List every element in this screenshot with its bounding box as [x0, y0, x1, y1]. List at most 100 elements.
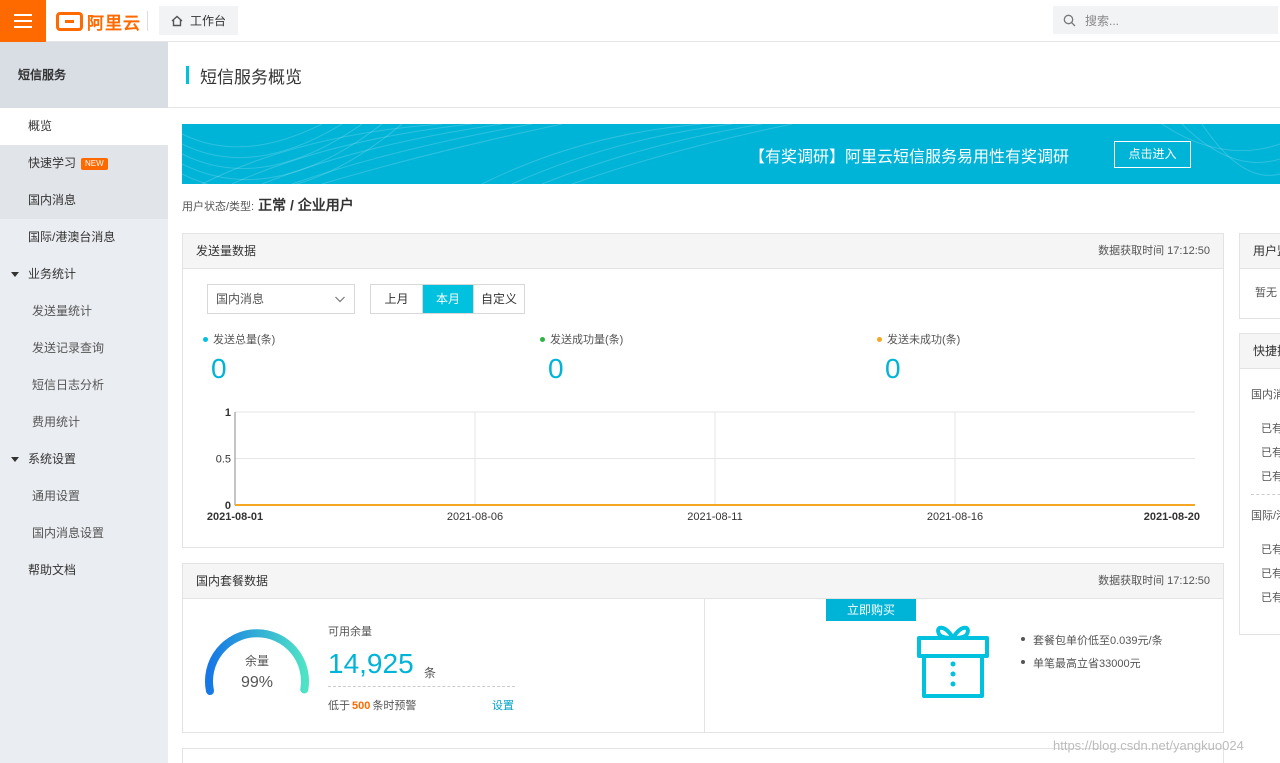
user-status-value: 正常 / 企业用户 — [258, 197, 354, 213]
banner-text: 【有奖调研】阿里云短信服务易用性有奖调研 — [749, 149, 1070, 166]
period-this-month-button[interactable]: 本月 — [422, 285, 473, 313]
sidebar-item-international[interactable]: 国际/港澳台消息 — [0, 219, 168, 256]
user-status: 用户状态/类型: 正常 / 企业用户 — [182, 195, 354, 215]
search-placeholder: 搜索... — [1085, 13, 1120, 28]
fetch-time: 数据获取时间 17:12:50 — [1098, 575, 1210, 587]
status-dot — [877, 336, 882, 342]
search-icon — [1063, 14, 1076, 26]
card-title: 用户监 — [1240, 234, 1280, 269]
list-item: 已有 — [1261, 592, 1280, 604]
sidebar-item-label: 费用统计 — [32, 415, 81, 429]
sidebar-item-label: 国内消息设置 — [32, 526, 105, 540]
sidebar-item-label: 国内消息 — [28, 193, 77, 207]
x-tick-label: 2021-08-01 — [207, 511, 263, 523]
buy-now-button[interactable]: 立即购买 — [826, 599, 916, 621]
aliyun-logo[interactable]: 阿里云 — [56, 9, 141, 34]
y-tick-label: 1 — [225, 407, 231, 419]
list-item: 已有 — [1261, 423, 1280, 435]
warn-suffix: 条时预警 — [372, 700, 417, 712]
y-tick-label: 0.5 — [216, 454, 231, 466]
sidebar-group-settings[interactable]: 系统设置 — [0, 441, 168, 478]
sidebar-item-help-docs[interactable]: 帮助文档 — [0, 552, 168, 589]
sidebar-item-send-stats[interactable]: 发送量统计 — [0, 293, 168, 330]
period-custom-button[interactable]: 自定义 — [473, 285, 524, 313]
chevron-down-icon — [335, 296, 345, 303]
status-dot — [203, 336, 208, 342]
workbench-button[interactable]: 工作台 — [159, 6, 239, 35]
message-type-select[interactable]: 国内消息 — [207, 284, 355, 314]
divider — [704, 599, 705, 732]
sidebar-item-label: 业务统计 — [28, 267, 77, 281]
search-input[interactable]: 搜索... — [1053, 6, 1278, 34]
list-item: 单笔最高立省33000元 — [1019, 655, 1163, 671]
sidebar-item-quick-learn[interactable]: 快速学习 NEW — [0, 145, 168, 182]
sidebar-item-label: 通用设置 — [32, 489, 81, 503]
dashed-divider — [1251, 494, 1280, 495]
card-title: 国内套餐数据 — [196, 574, 269, 588]
hamburger-icon — [14, 14, 32, 16]
title-accent-bar — [186, 66, 189, 84]
remaining-gauge: 余量 99% — [205, 629, 309, 695]
warning-threshold: 低于 500 条时预警 — [328, 697, 416, 713]
period-segment: 上月 本月 自定义 — [370, 284, 525, 314]
caret-down-icon — [11, 272, 19, 277]
send-volume-card: 发送量数据 数据获取时间 17:12:50 国内消息 上月 本月 自定义 发送总… — [182, 233, 1224, 548]
sidebar-item-overview[interactable]: 概览 — [0, 108, 168, 145]
aliyun-logo-icon — [56, 12, 83, 31]
metric-total: 发送总量(条) 0 — [203, 331, 275, 385]
list-item: 已有 — [1261, 544, 1280, 556]
x-tick-label: 2021-08-20 — [1144, 511, 1200, 523]
package-benefits: 套餐包单价低至0.039元/条 单笔最高立省33000元 — [1019, 632, 1163, 678]
divider — [147, 11, 148, 31]
list-item: 已有 — [1261, 568, 1280, 580]
user-status-label: 用户状态/类型: — [182, 201, 255, 213]
dashed-divider — [328, 686, 515, 687]
workbench-label: 工作台 — [190, 14, 227, 28]
sidebar-header: 短信服务 — [0, 42, 168, 108]
sidebar-item-domestic[interactable]: 国内消息 — [0, 182, 168, 219]
sidebar-item-log-analysis[interactable]: 短信日志分析 — [0, 367, 168, 404]
available-label: 可用余量 — [328, 626, 372, 638]
page-header: 短信服务概览 — [168, 42, 1280, 108]
sidebar-item-label: 概览 — [28, 119, 53, 133]
period-last-month-button[interactable]: 上月 — [371, 285, 422, 313]
available-value: 14,925 — [328, 648, 414, 679]
page-title: 短信服务概览 — [200, 68, 302, 87]
warn-prefix: 低于 — [328, 700, 350, 712]
user-monitor-card: 用户监 暂无 — [1239, 233, 1280, 319]
x-tick-label: 2021-08-06 — [447, 511, 503, 523]
card-header: 发送量数据 数据获取时间 17:12:50 — [183, 234, 1223, 269]
fetch-time: 数据获取时间 17:12:50 — [1098, 245, 1210, 257]
warning-settings-link[interactable]: 设置 — [492, 697, 514, 713]
banner-enter-button[interactable]: 点击进入 — [1114, 141, 1191, 168]
sidebar-item-label: 系统设置 — [28, 452, 77, 466]
status-dot — [540, 336, 545, 342]
card-title: 发送量数据 — [196, 244, 257, 258]
sidebar-group-stats[interactable]: 业务统计 — [0, 256, 168, 293]
menu-toggle-button[interactable] — [0, 0, 46, 42]
sidebar-item-general-settings[interactable]: 通用设置 — [0, 478, 168, 515]
sidebar-item-label: 发送记录查询 — [32, 341, 105, 355]
logo-text: 阿里云 — [87, 14, 141, 33]
gauge-label: 余量 — [245, 653, 269, 668]
sidebar-item-send-records[interactable]: 发送记录查询 — [0, 330, 168, 367]
x-tick-label: 2021-08-11 — [687, 511, 742, 523]
metric-value: 0 — [548, 353, 564, 384]
home-icon — [171, 15, 183, 26]
select-value: 国内消息 — [216, 292, 265, 306]
sidebar-item-domestic-settings[interactable]: 国内消息设置 — [0, 515, 168, 552]
survey-banner[interactable]: 【有奖调研】阿里云短信服务易用性有奖调研 点击进入 — [182, 124, 1280, 184]
x-tick-label: 2021-08-16 — [927, 511, 983, 523]
metric-success: 发送成功量(条) 0 — [540, 331, 623, 385]
gauge-percent: 99% — [241, 674, 273, 691]
sidebar: 短信服务 概览 快速学习 NEW 国内消息 国际/港澳台消息 业务统计 发送量统计… — [0, 42, 168, 763]
caret-down-icon — [11, 457, 19, 462]
sidebar-item-cost-stats[interactable]: 费用统计 — [0, 404, 168, 441]
package-card: 国内套餐数据 数据获取时间 17:12:50 余量 99% 可用余量 14,92… — [182, 563, 1224, 733]
metric-value: 0 — [211, 353, 227, 384]
main-content: 短信服务概览 【有奖调研】阿里云短信服务易用性有奖调研 点击进入 用户状态/类型… — [168, 42, 1280, 763]
gift-icon — [917, 625, 989, 698]
section-domestic: 国内消 — [1251, 389, 1280, 401]
quick-actions-card: 快捷操 国内消 已有 已有 已有 国际/港 已有 已有 已有 — [1239, 333, 1280, 635]
sidebar-item-label: 短信日志分析 — [32, 378, 105, 392]
